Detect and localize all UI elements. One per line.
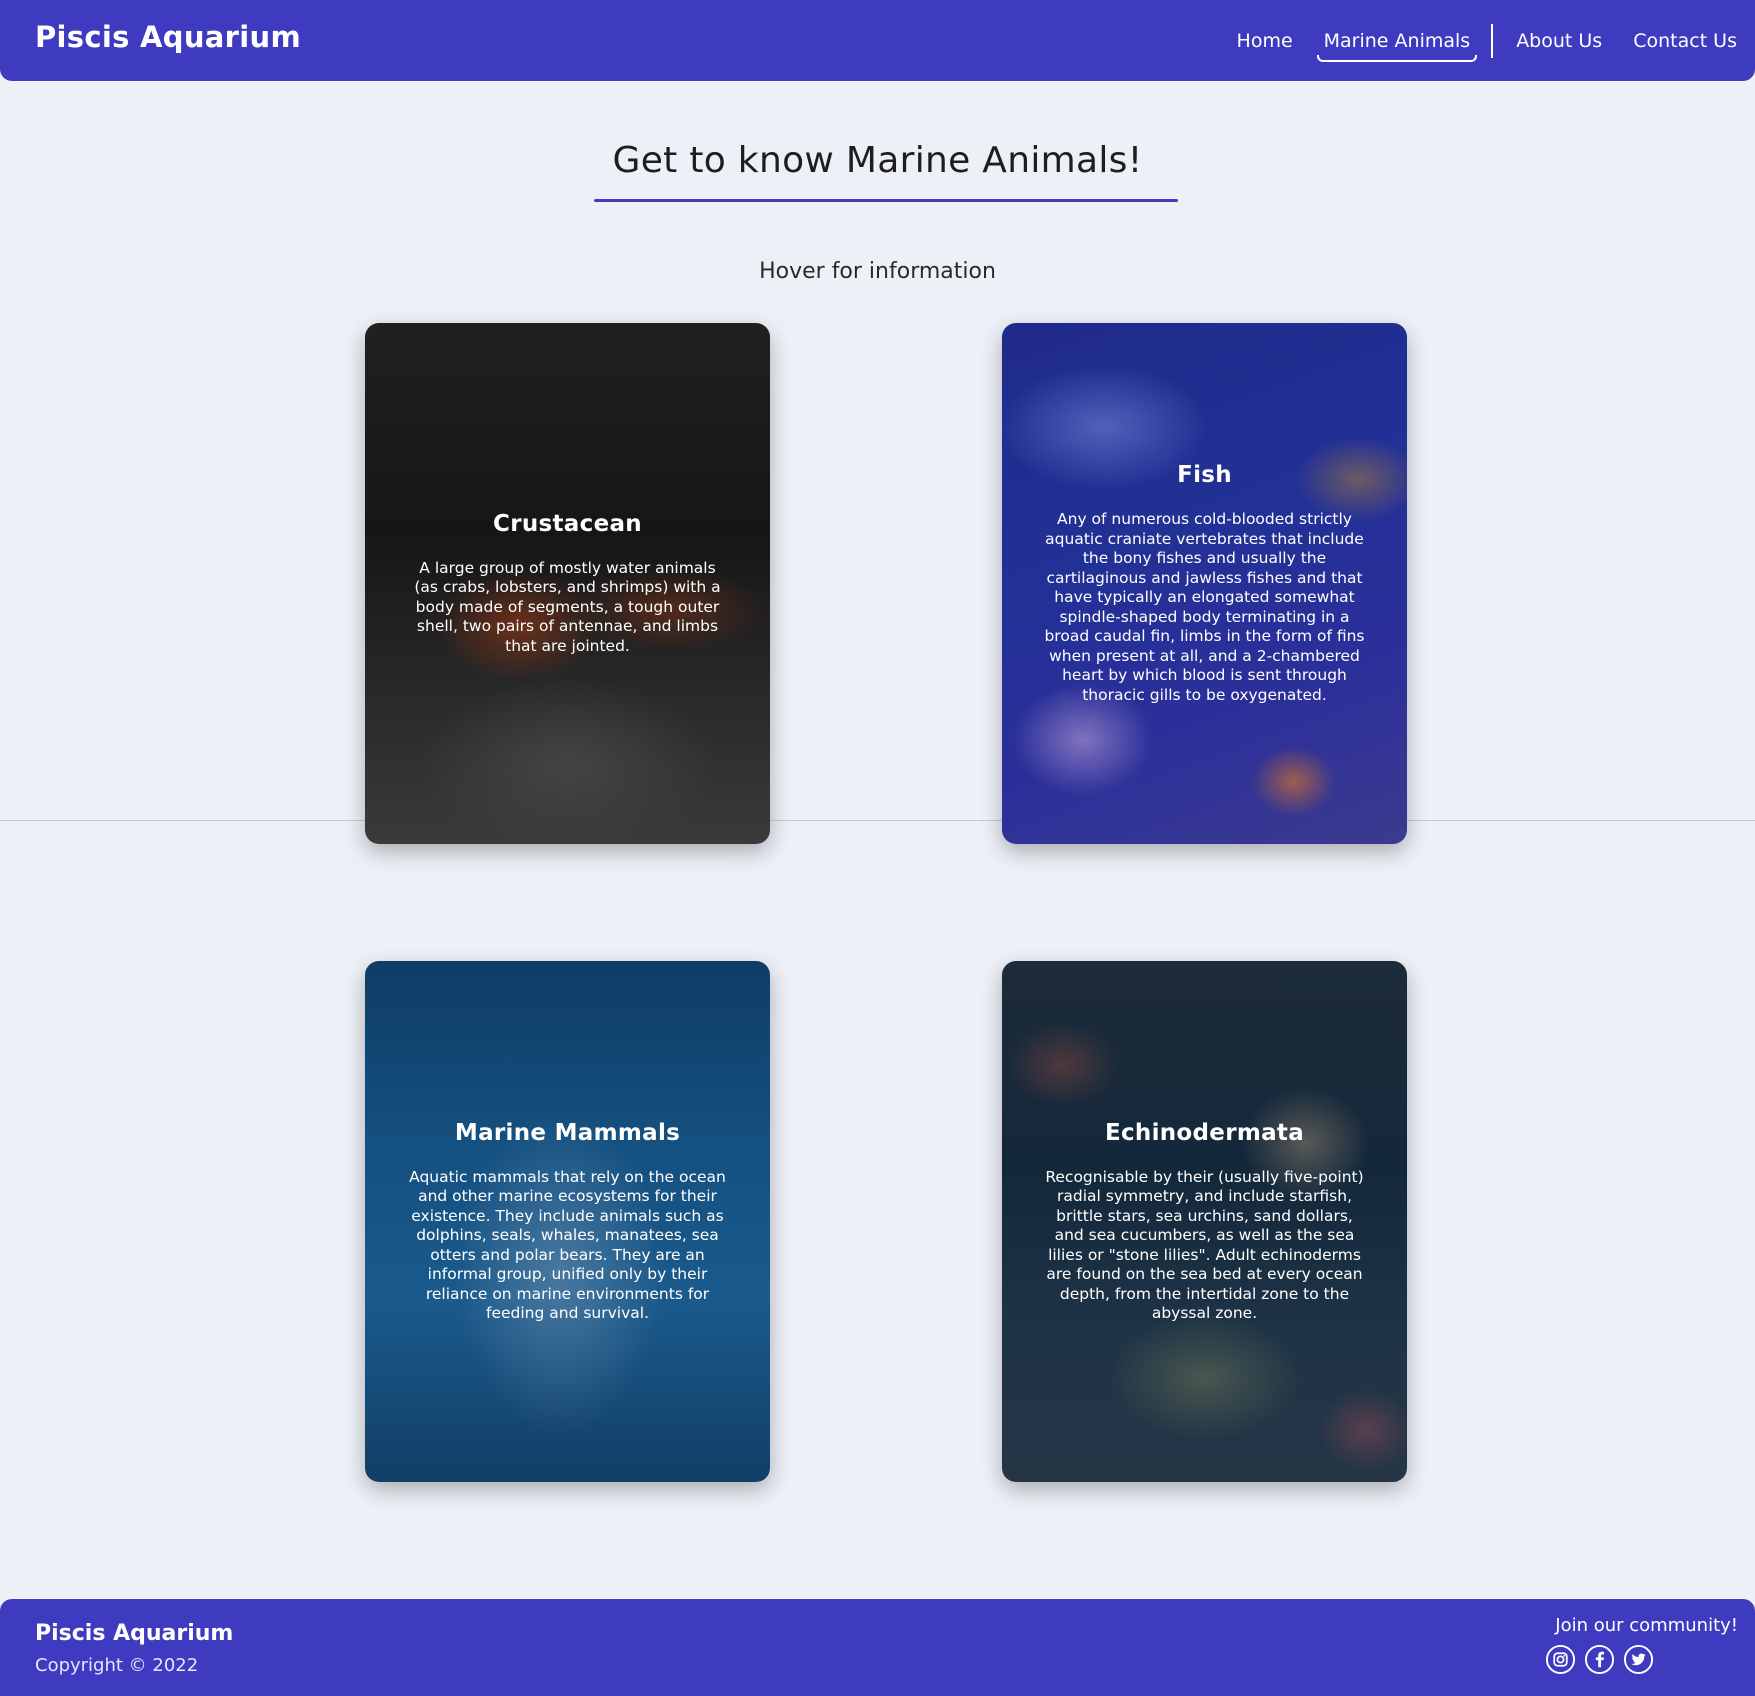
nav-marine-animals[interactable]: Marine Animals bbox=[1316, 30, 1477, 62]
card-echinodermata[interactable]: Echinodermata Recognisable by their (usu… bbox=[1002, 961, 1407, 1482]
footer-copyright: Copyright © 2022 bbox=[35, 1655, 199, 1676]
title-underline bbox=[594, 199, 1178, 202]
card-marine-mammals[interactable]: Marine Mammals Aquatic mammals that rely… bbox=[365, 961, 770, 1482]
page-title: Get to know Marine Animals! bbox=[612, 140, 1143, 181]
nav-about-us[interactable]: About Us bbox=[1516, 30, 1602, 52]
card-description: A large group of mostly water animals (a… bbox=[414, 558, 721, 655]
card-title: Fish bbox=[1177, 462, 1232, 488]
card-content: Echinodermata Recognisable by their (usu… bbox=[1002, 961, 1407, 1482]
card-content: Fish Any of numerous cold-blooded strict… bbox=[1002, 323, 1407, 844]
section-divider bbox=[0, 820, 1755, 821]
page-subtitle: Hover for information bbox=[759, 259, 996, 284]
nav-home[interactable]: Home bbox=[1237, 30, 1293, 52]
footer-join-text: Join our community! bbox=[1555, 1615, 1738, 1636]
footer-brand: Piscis Aquarium bbox=[35, 1621, 234, 1646]
card-content: Crustacean A large group of mostly water… bbox=[365, 323, 770, 844]
card-description: Any of numerous cold-blooded strictly aq… bbox=[1044, 510, 1365, 704]
card-title: Crustacean bbox=[493, 510, 642, 537]
card-description: Recognisable by their (usually five-poin… bbox=[1045, 1167, 1364, 1323]
site-logo[interactable]: Piscis Aquarium bbox=[35, 20, 301, 54]
card-crustacean[interactable]: Crustacean A large group of mostly water… bbox=[365, 323, 770, 844]
facebook-icon[interactable] bbox=[1584, 1644, 1615, 1675]
twitter-icon[interactable] bbox=[1623, 1644, 1654, 1675]
main-nav: Home Marine Animals About Us Contact Us bbox=[1206, 24, 1737, 62]
site-footer: Piscis Aquarium Copyright © 2022 Join ou… bbox=[0, 1599, 1755, 1696]
site-header: Piscis Aquarium Home Marine Animals Abou… bbox=[0, 0, 1755, 81]
card-description: Aquatic mammals that rely on the ocean a… bbox=[409, 1167, 726, 1323]
card-content: Marine Mammals Aquatic mammals that rely… bbox=[365, 961, 770, 1482]
nav-contact-us[interactable]: Contact Us bbox=[1633, 30, 1737, 52]
nav-divider bbox=[1491, 24, 1494, 58]
card-title: Echinodermata bbox=[1104, 1119, 1305, 1146]
card-fish[interactable]: Fish Any of numerous cold-blooded strict… bbox=[1002, 323, 1407, 844]
card-title: Marine Mammals bbox=[454, 1119, 681, 1146]
instagram-icon[interactable] bbox=[1545, 1644, 1576, 1675]
social-links bbox=[1545, 1644, 1654, 1675]
